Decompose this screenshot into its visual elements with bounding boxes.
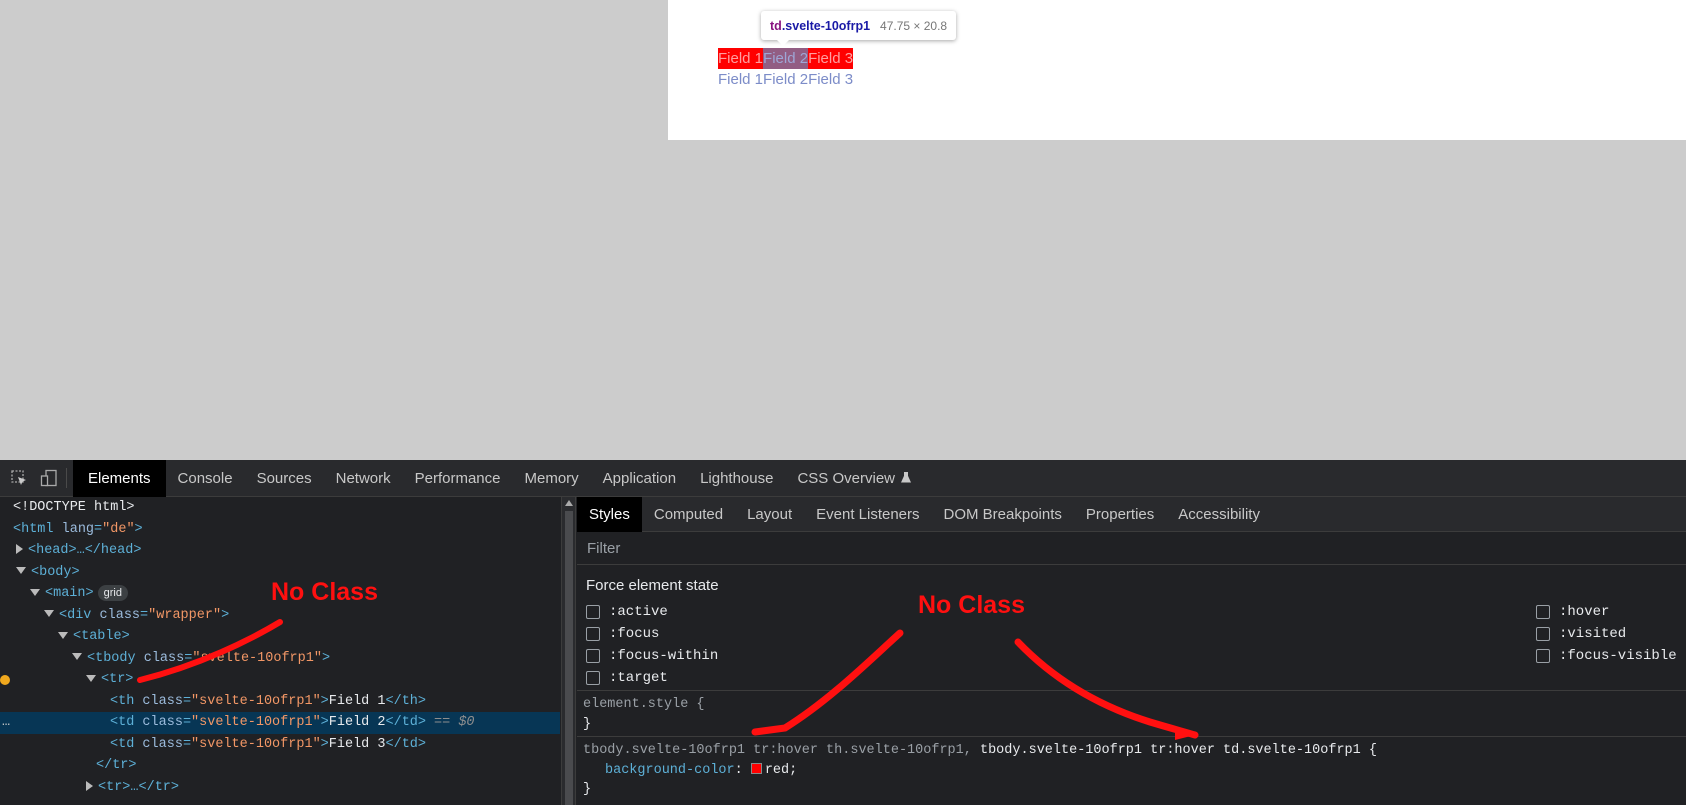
- annotation-left: No Class: [271, 578, 378, 606]
- annotation-arrows: [137, 619, 1199, 740]
- annotation-right: No Class: [918, 591, 1025, 619]
